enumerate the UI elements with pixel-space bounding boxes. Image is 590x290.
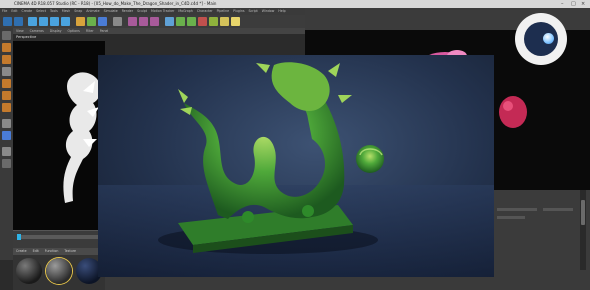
- viewport-label: Perspective: [16, 35, 37, 39]
- scrollbar-thumb[interactable]: [581, 200, 585, 225]
- title-bar: CINEMA 4D R18.057 Studio (RC - R18) - [0…: [0, 0, 590, 8]
- menu-item[interactable]: Motion Tracker: [151, 9, 174, 13]
- z-axis-icon[interactable]: [98, 17, 107, 26]
- left-tool-palette: [0, 28, 13, 260]
- cinema4d-logo-icon: [515, 13, 567, 65]
- material-manager: [13, 255, 105, 290]
- viewport-menu-item[interactable]: View: [16, 29, 24, 33]
- attribute-scrollbar[interactable]: [580, 190, 586, 270]
- menu-item[interactable]: MoGraph: [178, 9, 192, 13]
- attribute-field[interactable]: [497, 208, 537, 211]
- workplane-icon[interactable]: [2, 67, 11, 76]
- menu-item[interactable]: Simulate: [104, 9, 118, 13]
- timeline-track[interactable]: [17, 235, 101, 239]
- logo-sphere: [524, 22, 558, 56]
- menu-item[interactable]: Render: [122, 9, 133, 13]
- maximize-icon[interactable]: □: [571, 1, 576, 7]
- material-menu-item[interactable]: Function: [45, 249, 59, 253]
- floor-icon[interactable]: [209, 17, 218, 26]
- menu-item[interactable]: Select: [36, 9, 46, 13]
- menu-item[interactable]: Character: [197, 9, 213, 13]
- y-axis-icon[interactable]: [87, 17, 96, 26]
- material-swatch-selected[interactable]: [46, 258, 72, 284]
- redo-icon[interactable]: [14, 17, 23, 26]
- playhead-icon[interactable]: [17, 234, 21, 240]
- deformer-icon[interactable]: [198, 17, 207, 26]
- cube-icon[interactable]: [165, 17, 174, 26]
- viewport-menu-item[interactable]: Cameras: [30, 29, 44, 33]
- menu-item[interactable]: Create: [22, 9, 33, 13]
- array-icon[interactable]: [187, 17, 196, 26]
- minimize-icon[interactable]: –: [561, 1, 564, 7]
- subdivision-surface-icon[interactable]: [176, 17, 185, 26]
- coordinate-system-icon[interactable]: [113, 17, 122, 26]
- attribute-field[interactable]: [543, 208, 573, 211]
- material-menu-item[interactable]: Create: [16, 249, 27, 253]
- material-swatch[interactable]: [16, 258, 42, 284]
- scale-tool-icon[interactable]: [50, 17, 59, 26]
- render-settings-icon[interactable]: [150, 17, 159, 26]
- material-menu-item[interactable]: Texture: [64, 249, 76, 253]
- live-selection-icon[interactable]: [28, 17, 37, 26]
- viewport-menu-item[interactable]: Options: [68, 29, 80, 33]
- menu-item[interactable]: File: [2, 9, 7, 13]
- camera-icon[interactable]: [220, 17, 229, 26]
- render-picture-viewer-icon[interactable]: [139, 17, 148, 26]
- edges-mode-icon[interactable]: [2, 91, 11, 100]
- menu-item[interactable]: Window: [262, 9, 275, 13]
- menu-item[interactable]: Mesh: [62, 9, 70, 13]
- snap-icon[interactable]: [2, 131, 11, 140]
- logo-highlight: [543, 33, 554, 44]
- points-mode-icon[interactable]: [2, 79, 11, 88]
- viewport-menu-item[interactable]: Filter: [86, 29, 94, 33]
- attribute-field[interactable]: [497, 216, 525, 219]
- menu-item[interactable]: Script: [249, 9, 258, 13]
- menu-item[interactable]: Edit: [11, 9, 17, 13]
- material-manager-menu: Create Edit Function Texture: [13, 248, 105, 255]
- move-tool-icon[interactable]: [39, 17, 48, 26]
- undo-icon[interactable]: [3, 17, 12, 26]
- model-mode-icon[interactable]: [2, 43, 11, 52]
- menu-item[interactable]: Sculpt: [137, 9, 147, 13]
- x-axis-icon[interactable]: [76, 17, 85, 26]
- viewport-menu: View Cameras Display Options Filter Panel: [13, 28, 305, 34]
- viewport-menu-item[interactable]: Display: [50, 29, 62, 33]
- texture-mode-icon[interactable]: [2, 55, 11, 64]
- dragon-render-image: [98, 55, 494, 277]
- menu-item[interactable]: Help: [278, 9, 285, 13]
- menu-item[interactable]: Tools: [50, 9, 58, 13]
- menu-item[interactable]: Plugins: [233, 9, 244, 13]
- attribute-manager: [493, 190, 590, 270]
- lock-workplane-icon[interactable]: [2, 147, 11, 156]
- main-toolbar: [0, 15, 305, 29]
- perspective-viewport[interactable]: [13, 41, 105, 230]
- enable-axis-icon[interactable]: [2, 119, 11, 128]
- polygons-mode-icon[interactable]: [2, 103, 11, 112]
- light-icon[interactable]: [231, 17, 240, 26]
- menu-bar: File Edit Create Select Tools Mesh Snap Animate…: [0, 8, 305, 15]
- rotate-tool-icon[interactable]: [61, 17, 70, 26]
- menu-item[interactable]: Snap: [74, 9, 82, 13]
- menu-item[interactable]: Animate: [86, 9, 99, 13]
- material-menu-item[interactable]: Edit: [33, 249, 39, 253]
- render-view-icon[interactable]: [128, 17, 137, 26]
- planar-workplane-icon[interactable]: [2, 159, 11, 168]
- make-editable-icon[interactable]: [2, 31, 11, 40]
- menu-item[interactable]: Pipeline: [217, 9, 229, 13]
- viewport-dragon-preview: [63, 72, 101, 203]
- close-icon[interactable]: ×: [581, 1, 585, 7]
- window-title: CINEMA 4D R18.057 Studio (RC - R18) - [0…: [14, 1, 217, 6]
- jade-dragon-figure: [98, 62, 494, 277]
- viewport-menu-item[interactable]: Panel: [100, 29, 109, 33]
